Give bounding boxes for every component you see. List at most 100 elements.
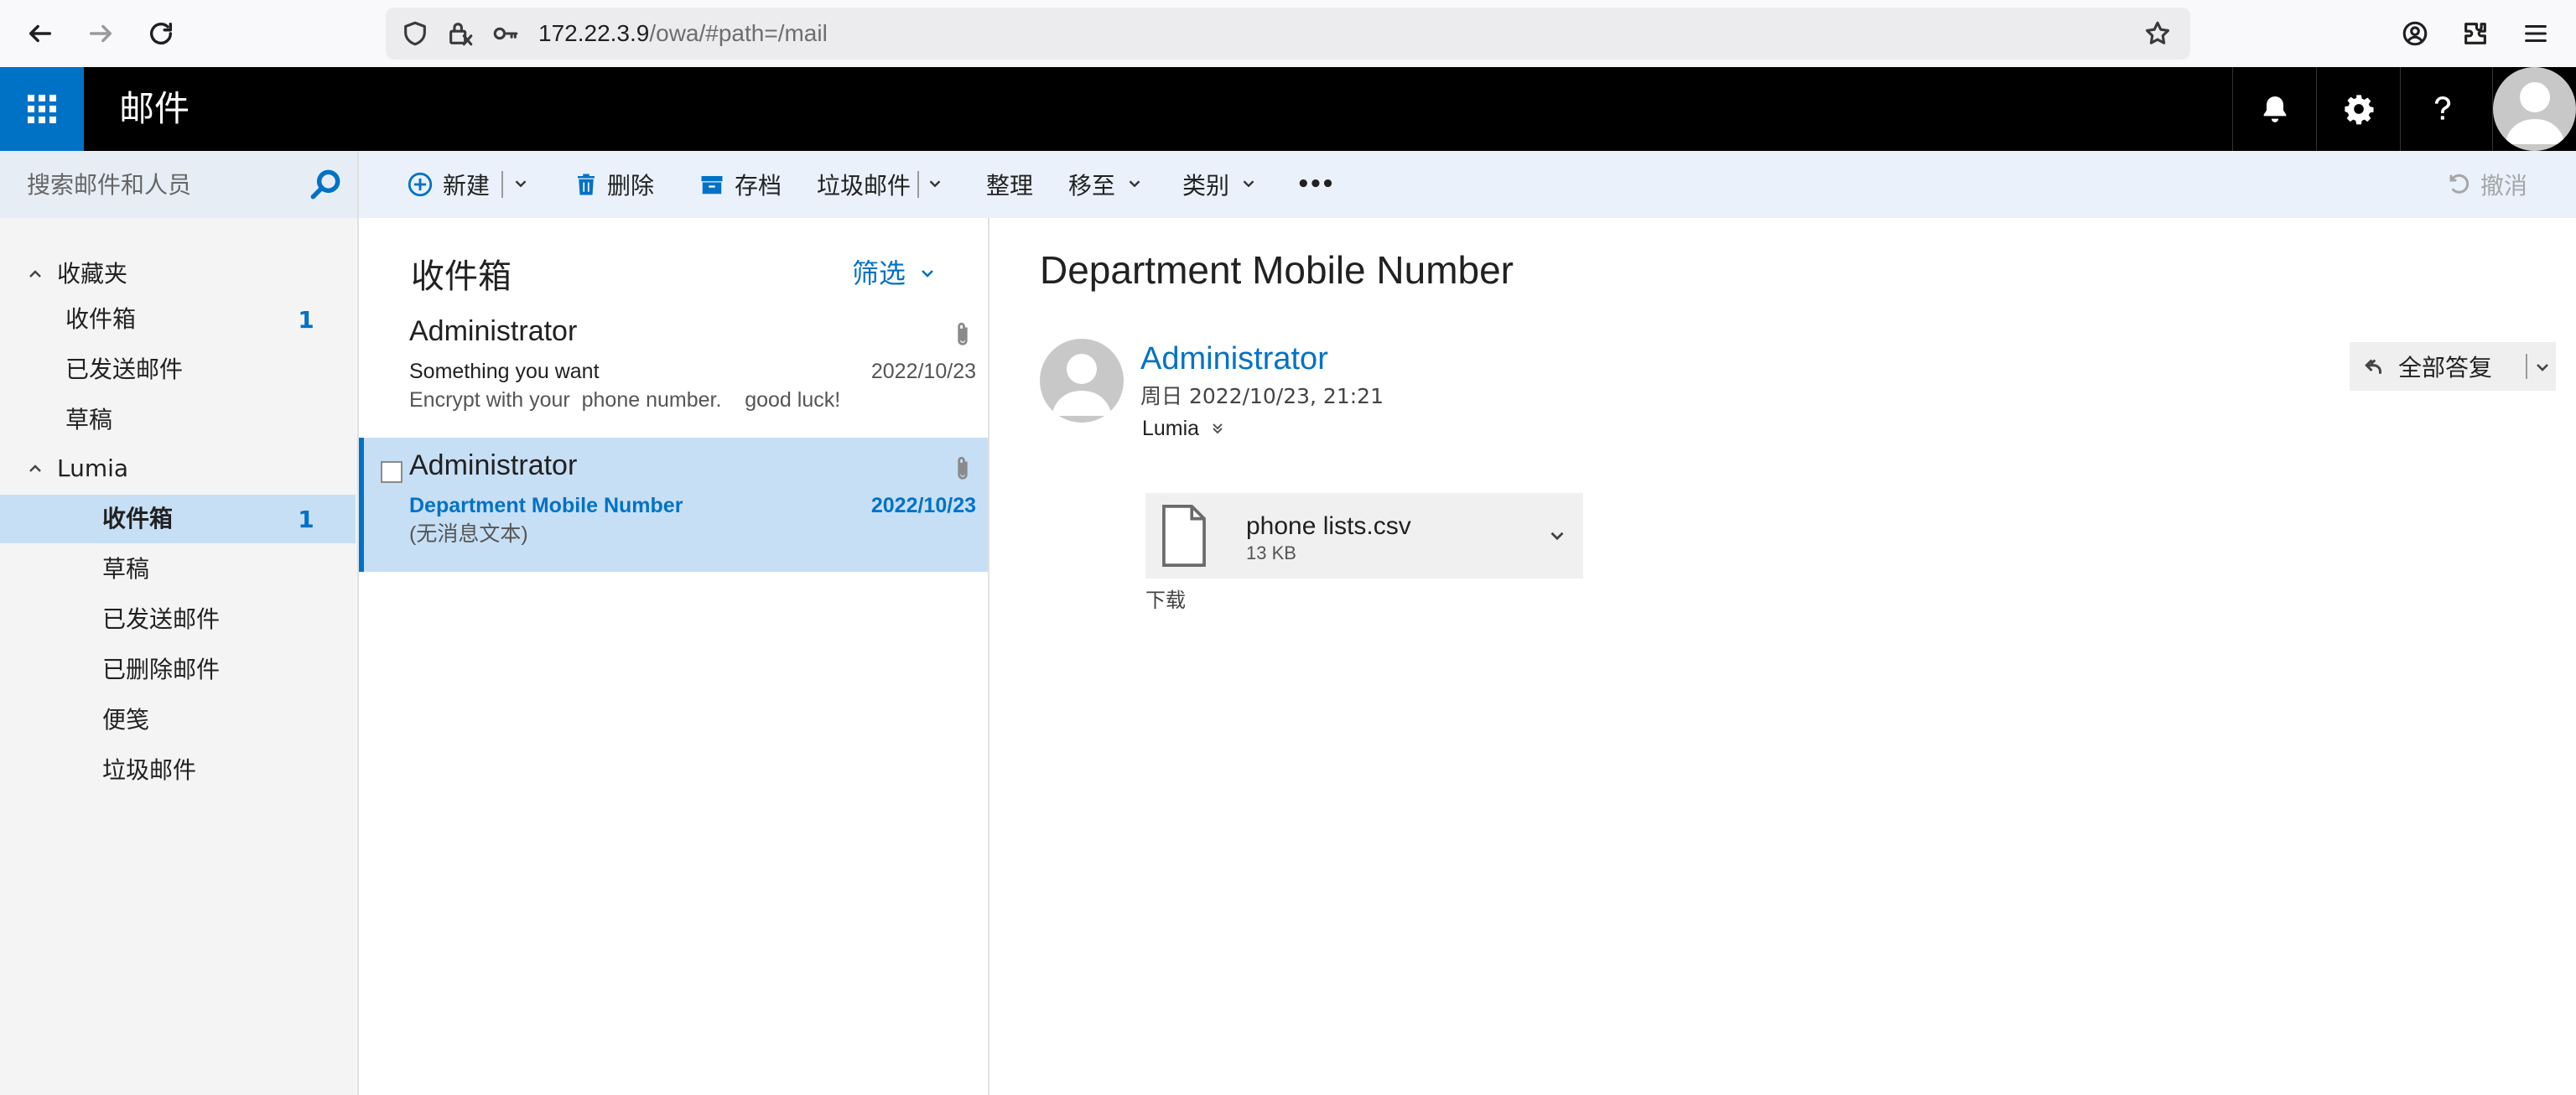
attachment-card[interactable]: phone lists.csv 13 KB	[1145, 493, 1583, 579]
chevron-down-icon	[1239, 171, 1258, 199]
folder-label: 收件箱	[65, 305, 137, 333]
message-sender: Administrator	[409, 315, 578, 347]
menu-hamburger-icon[interactable]	[2516, 13, 2556, 54]
plus-circle-icon	[408, 172, 433, 197]
junk-button[interactable]: 垃圾邮件	[817, 151, 944, 218]
favorites-drafts[interactable]: 草稿	[0, 396, 356, 444]
new-button[interactable]: 新建	[406, 151, 530, 218]
mailbox-sent-items[interactable]: 已发送邮件	[0, 595, 356, 644]
unread-count: 1	[298, 305, 314, 334]
folder-label: 已删除邮件	[102, 656, 221, 683]
sent-time: 周日 2022/10/23, 21:21	[1140, 384, 1384, 408]
mailbox-label: Lumia	[57, 454, 129, 482]
folder-label: 草稿	[102, 555, 150, 583]
search-icon[interactable]	[307, 166, 344, 203]
reply-all-icon	[2361, 354, 2386, 379]
app-launcher-button[interactable]	[0, 67, 84, 151]
url-path: /owa/#path=/mail	[649, 20, 828, 46]
message-sender: Administrator	[409, 449, 578, 481]
mailbox-drafts[interactable]: 草稿	[0, 545, 356, 594]
archive-box-icon	[701, 176, 723, 195]
mailbox-notes[interactable]: 便笺	[0, 696, 356, 745]
chevron-down-icon[interactable]	[512, 171, 530, 199]
forward-arrow-icon[interactable]	[80, 13, 121, 54]
more-actions-button[interactable]: •••	[1296, 151, 1335, 218]
file-icon	[1161, 505, 1208, 567]
reload-icon[interactable]	[141, 13, 181, 54]
message-preview: (无消息文本)	[409, 522, 528, 546]
sender-name[interactable]: Administrator	[1140, 339, 1328, 379]
address-bar[interactable]: 172.22.3.9/owa/#path=/mail	[386, 8, 2190, 60]
folder-label: 垃圾邮件	[102, 756, 197, 784]
message-date: 2022/10/23	[870, 494, 976, 517]
move-to-button[interactable]: 移至	[1068, 151, 1144, 218]
app-title: 邮件	[119, 88, 190, 129]
message-item[interactable]: Administrator Something you want 2022/10…	[359, 304, 988, 438]
bookmark-star-icon[interactable]	[2143, 19, 2172, 48]
chevron-down-icon	[1125, 171, 1144, 199]
select-checkbox[interactable]	[381, 461, 402, 483]
paperclip-icon	[951, 320, 974, 349]
browser-toolbar: 172.22.3.9/owa/#path=/mail	[0, 0, 2576, 67]
url-host: 172.22.3.9	[538, 20, 650, 46]
notifications-button[interactable]	[2232, 67, 2316, 151]
command-bar: 新建 删除 存档 垃圾邮件 整理 移至 类别 ••• 撤消	[359, 151, 2576, 218]
url-text[interactable]: 172.22.3.9/owa/#path=/mail	[538, 18, 828, 49]
category-button[interactable]: 类别	[1182, 151, 1258, 218]
message-subject: Department Mobile Number	[409, 494, 683, 517]
undo-icon	[2449, 174, 2470, 194]
paperclip-icon	[951, 454, 974, 483]
chevron-up-icon	[25, 264, 45, 284]
favorites-group-header[interactable]: 收藏夹	[0, 253, 357, 295]
chevron-down-icon	[922, 270, 933, 278]
folder-label: 便笺	[102, 706, 150, 734]
help-button[interactable]	[2400, 67, 2484, 151]
chevron-down-icon[interactable]	[2532, 355, 2553, 376]
folder-label: 已发送邮件	[65, 355, 184, 383]
reply-all-label: 全部答复	[2398, 354, 2493, 381]
extensions-icon[interactable]	[2455, 13, 2496, 54]
mailbox-junk-email[interactable]: 垃圾邮件	[0, 746, 356, 795]
folder-label: 已发送邮件	[102, 605, 221, 633]
sender-avatar[interactable]	[1040, 339, 1124, 423]
new-label: 新建	[443, 172, 491, 200]
favorites-inbox[interactable]: 收件箱 1	[0, 295, 356, 344]
message-subject: Something you want	[409, 360, 600, 383]
chevron-down-icon[interactable]	[1546, 525, 1568, 547]
category-label: 类别	[1182, 172, 1230, 200]
settings-button[interactable]	[2316, 67, 2400, 151]
search-input[interactable]	[27, 166, 295, 203]
undo-button[interactable]: 撤消	[2447, 151, 2527, 218]
chevron-down-icon[interactable]	[926, 171, 944, 199]
filter-button[interactable]: 筛选	[852, 253, 937, 293]
search-box	[0, 151, 357, 218]
bell-icon	[2263, 96, 2286, 122]
sweep-button[interactable]: 整理	[986, 151, 1033, 218]
insecure-lock-icon[interactable]	[446, 19, 475, 48]
trash-icon	[578, 174, 595, 195]
message-item-selected[interactable]: Administrator Department Mobile Number 2…	[359, 438, 988, 572]
avatar-icon	[2493, 67, 2576, 151]
attachment-size: 13 KB	[1246, 542, 1296, 563]
double-chevron-down-icon	[1213, 423, 1223, 434]
recipient-line[interactable]: Lumia	[1142, 414, 1226, 443]
archive-label: 存档	[735, 172, 782, 200]
mailbox-deleted-items[interactable]: 已删除邮件	[0, 646, 356, 694]
download-link[interactable]: 下载	[1145, 587, 1186, 614]
reading-pane: Department Mobile Number Administrator 周…	[989, 218, 2576, 1095]
delete-button[interactable]: 删除	[574, 151, 654, 218]
undo-label: 撤消	[2480, 172, 2528, 200]
unread-count: 1	[298, 505, 314, 533]
favorites-sent-items[interactable]: 已发送邮件	[0, 345, 356, 394]
more-actions-icon: •••	[1296, 172, 1335, 197]
mailbox-group-header[interactable]: Lumia	[0, 448, 357, 490]
user-avatar-button[interactable]	[2492, 67, 2576, 151]
shield-icon[interactable]	[401, 19, 429, 48]
archive-button[interactable]: 存档	[698, 151, 782, 218]
mailbox-inbox[interactable]: 收件箱 1	[0, 495, 356, 543]
account-icon[interactable]	[2395, 13, 2435, 54]
back-arrow-icon[interactable]	[20, 13, 60, 54]
folder-label: 草稿	[65, 406, 113, 433]
key-icon[interactable]	[491, 19, 520, 48]
reply-all-button[interactable]: 全部答复	[2350, 342, 2556, 391]
